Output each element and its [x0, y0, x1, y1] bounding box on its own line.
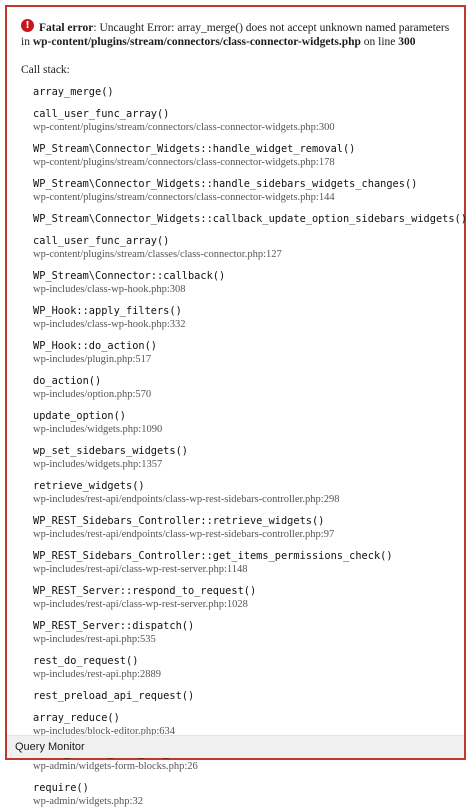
- frame-function: array_merge(): [33, 86, 114, 98]
- frame-function: WP_Hook::apply_filters(): [33, 305, 182, 317]
- frame-function: WP_Hook::do_action(): [33, 340, 157, 352]
- call-stack-list: array_merge() call_user_func_array() wp-co…: [21, 86, 467, 808]
- call-stack-frame: WP_Hook::apply_filters()wp-includes/clas…: [33, 305, 450, 331]
- frame-location: wp-includes/class-wp-hook.php:332: [33, 319, 186, 330]
- query-monitor-label[interactable]: Query Monitor: [15, 741, 85, 753]
- call-stack-frame: do_action() wp-includes/option.php:570: [33, 375, 450, 401]
- error-file: wp-content/plugins/stream/connectors/cla…: [32, 36, 361, 48]
- call-stack-frame: retrieve_widgets() wp-includes/rest-api/e…: [33, 480, 450, 506]
- call-stack-frame: WP_REST_Sidebars_Controller::retrieve_wi…: [33, 515, 450, 541]
- frame-function: WP_REST_Sidebars_Controller::retrieve_wi…: [33, 515, 325, 527]
- frame-function: WP_Stream\Connector::callback(): [33, 270, 226, 282]
- frame-function: WP_REST_Server::dispatch(): [33, 620, 195, 632]
- frame-location: wp-content/plugins/stream/classes/class-…: [33, 249, 282, 260]
- call-stack-frame: update_option() wp-includes/widgets.php:1…: [33, 410, 450, 436]
- frame-function: rest_preload_api_request(): [33, 690, 195, 702]
- call-stack-frame: rest_do_request() wp-includes/rest-api.ph…: [33, 655, 450, 681]
- error-location-line: in wp-content/plugins/stream/connectors/…: [21, 35, 450, 49]
- frame-function: WP_REST_Server::respond_to_request(): [33, 585, 257, 597]
- call-stack-frame: WP_Stream\Connector::callback()wp-includ…: [33, 270, 450, 296]
- error-in-prefix: in: [21, 36, 33, 48]
- frame-function: WP_Stream\Connector_Widgets::handle_widg…: [33, 143, 356, 155]
- error-message: : Uncaught Error: array_merge() does not…: [93, 22, 450, 34]
- error-header: ! Fatal error: Uncaught Error: array_mer…: [21, 19, 450, 49]
- call-stack-frame: WP_Hook::do_action()wp-includes/plugin.p…: [33, 340, 450, 366]
- error-title: Fatal error: [39, 22, 94, 34]
- call-stack-frame: WP_Stream\Connector_Widgets::handle_widg…: [33, 143, 450, 169]
- call-stack-label: Call stack:: [21, 64, 70, 76]
- frame-location: wp-content/plugins/stream/connectors/cla…: [33, 122, 335, 133]
- call-stack-frame: WP_Stream\Connector_Widgets::callback_up…: [33, 213, 467, 226]
- frame-location: wp-includes/rest-api/endpoints/class-wp-…: [33, 494, 340, 505]
- call-stack-frame: WP_REST_Server::dispatch()wp-includes/re…: [33, 620, 450, 646]
- frame-location: wp-includes/rest-api.php:535: [33, 634, 156, 645]
- frame-location: wp-includes/rest-api/class-wp-rest-serve…: [33, 599, 248, 610]
- error-line-number: 300: [398, 36, 416, 48]
- frame-location: wp-content/plugins/stream/connectors/cla…: [33, 157, 335, 168]
- frame-function: call_user_func_array(): [33, 235, 170, 247]
- frame-function: do_action(): [33, 375, 102, 387]
- frame-location: wp-includes/class-wp-hook.php:308: [33, 284, 186, 295]
- frame-function: call_user_func_array(): [33, 108, 170, 120]
- frame-function: retrieve_widgets(): [33, 480, 145, 492]
- call-stack-frame: WP_REST_Sidebars_Controller::get_items_p…: [33, 550, 450, 576]
- frame-location: wp-includes/plugin.php:517: [33, 354, 152, 365]
- call-stack-frame: WP_REST_Server::respond_to_request()wp-i…: [33, 585, 450, 611]
- error-panel: ! Fatal error: Uncaught Error: array_mer…: [5, 5, 467, 807]
- frame-location: wp-admin/widgets.php:32: [33, 796, 143, 807]
- frame-function: rest_do_request(): [33, 655, 139, 667]
- frame-location: wp-includes/option.php:570: [33, 389, 152, 400]
- frame-function: WP_Stream\Connector_Widgets::callback_up…: [33, 213, 467, 225]
- frame-function: array_reduce(): [33, 712, 120, 724]
- call-stack-frame: call_user_func_array() wp-content/plugins…: [33, 108, 450, 134]
- frame-location: wp-admin/widgets-form-blocks.php:26: [33, 761, 198, 772]
- call-stack-frame: call_user_func_array() wp-content/plugins…: [33, 235, 450, 261]
- call-stack-frame: WP_Stream\Connector_Widgets::handle_side…: [33, 178, 450, 204]
- call-stack-frame: rest_preload_api_request(): [33, 690, 450, 703]
- error-message-line: Fatal error: Uncaught Error: array_merge…: [21, 21, 450, 35]
- frame-location: wp-includes/widgets.php:1357: [33, 459, 163, 470]
- call-stack-frame: wp_set_sidebars_widgets() wp-includes/wid…: [33, 445, 450, 471]
- frame-function: require(): [33, 782, 89, 794]
- frame-function: update_option(): [33, 410, 126, 422]
- frame-function: wp_set_sidebars_widgets(): [33, 445, 188, 457]
- frame-location: wp-includes/rest-api.php:2889: [33, 669, 162, 680]
- frame-location: wp-includes/widgets.php:1090: [33, 424, 163, 435]
- frame-location: wp-includes/rest-api/endpoints/class-wp-…: [33, 529, 335, 540]
- query-monitor-footer[interactable]: Query Monitor: [7, 735, 464, 758]
- frame-location: wp-content/plugins/stream/connectors/cla…: [33, 192, 335, 203]
- exclamation-circle-icon: !: [21, 19, 34, 32]
- call-stack-frame: require() wp-admin/widgets.php:32: [33, 782, 450, 808]
- frame-function: WP_REST_Sidebars_Controller::get_items_p…: [33, 550, 393, 562]
- error-content: ! Fatal error: Uncaught Error: array_mer…: [7, 7, 467, 808]
- frame-location: wp-includes/rest-api/class-wp-rest-serve…: [33, 564, 248, 575]
- error-on-line: on line: [360, 36, 399, 48]
- frame-function: WP_Stream\Connector_Widgets::handle_side…: [33, 178, 418, 190]
- call-stack-frame: array_merge(): [33, 86, 450, 99]
